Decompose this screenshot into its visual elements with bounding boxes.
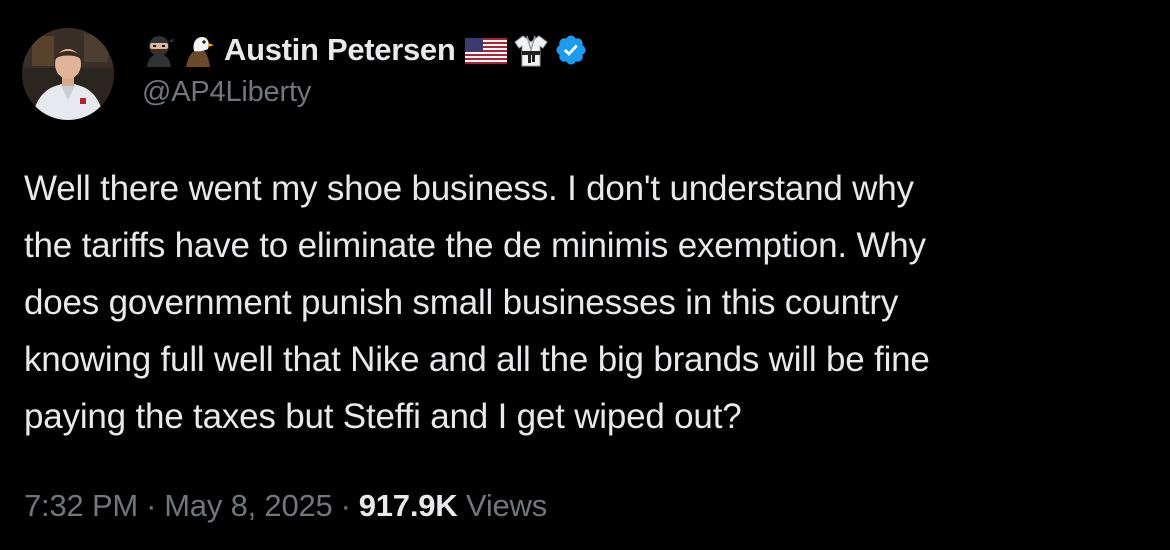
display-name[interactable]: Austin Petersen	[224, 32, 456, 68]
tweet: Austin Petersen @AP4Liberty Well there w…	[0, 0, 1170, 550]
avatar-photo	[22, 28, 114, 120]
tweet-text-line: paying the taxes but Steffi and I get wi…	[24, 397, 742, 436]
views-count: 917.9K	[358, 488, 458, 523]
us-flag-icon	[464, 33, 508, 67]
verified-badge-icon[interactable]	[554, 33, 588, 67]
tweet-header: Austin Petersen @AP4Liberty	[142, 30, 594, 109]
tweet-text-line: Well there went my shoe business. I don'…	[24, 169, 914, 208]
tweet-text-line: knowing full well that Nike and all the …	[24, 340, 930, 379]
meta-separator: ·	[146, 488, 157, 523]
martial-arts-uniform-icon	[513, 33, 548, 67]
tweet-text: Well there went my shoe business. I don'…	[24, 160, 1134, 445]
tweet-meta: 7:32 PM · May 8, 2025 · 917.9K Views	[24, 488, 547, 524]
tweet-text-line: does government punish small businesses …	[24, 283, 899, 322]
avatar[interactable]	[22, 28, 114, 120]
tweet-time[interactable]: 7:32 PM	[24, 488, 138, 523]
tweet-date[interactable]: May 8, 2025	[164, 488, 333, 523]
views-label: Views	[465, 488, 548, 523]
handle[interactable]: @AP4Liberty	[142, 76, 594, 109]
name-row[interactable]: Austin Petersen	[142, 30, 594, 70]
tweet-text-line: the tariffs have to eliminate the de min…	[24, 226, 926, 265]
ninja-icon	[142, 33, 176, 67]
meta-separator: ·	[340, 488, 351, 523]
eagle-icon	[182, 33, 216, 67]
